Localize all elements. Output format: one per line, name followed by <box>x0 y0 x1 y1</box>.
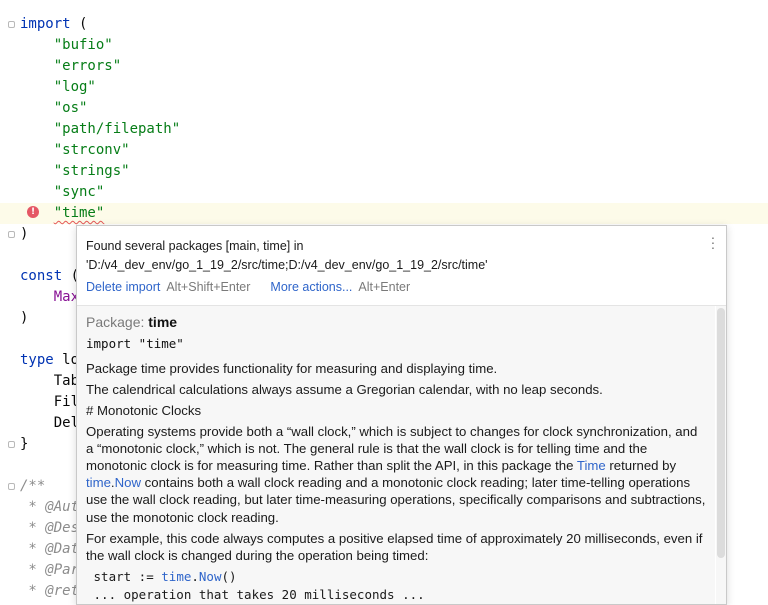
code-token: "errors" <box>53 58 122 74</box>
code-token: /** <box>20 478 46 494</box>
inspection-popup: Found several packages [main, time] in '… <box>76 225 727 605</box>
documentation-panel: Package: time import "time" Package time… <box>77 306 715 604</box>
code-text: /** <box>20 476 45 497</box>
more-options-icon[interactable]: · · · <box>709 230 717 254</box>
code-token: "time" <box>53 205 105 221</box>
code-time-link[interactable]: time <box>161 569 191 584</box>
documentation-text: Package time provides functionality for … <box>86 360 706 603</box>
fold-toggle-icon[interactable] <box>8 483 15 490</box>
code-token: "bufio" <box>53 37 113 53</box>
code-line[interactable]: "sync" <box>0 182 768 203</box>
code-token: type <box>20 352 54 368</box>
code-token: import <box>20 16 71 32</box>
delete-import-shortcut: Alt+Shift+Enter <box>166 280 251 294</box>
code-text: type lo <box>20 350 79 371</box>
doc-code-line: start := time.Now() <box>86 568 706 586</box>
code-line[interactable]: "path/filepath" <box>0 119 768 140</box>
code-line[interactable]: ! "time" <box>0 203 768 224</box>
code-token: Tab <box>20 373 80 389</box>
package-header: Package: time <box>86 313 177 331</box>
code-token: "strings" <box>53 163 130 179</box>
package-name: time <box>148 314 178 330</box>
doc-text: returned by <box>605 458 677 474</box>
now-func-link[interactable]: Now <box>115 475 141 490</box>
doc-paragraph: Operating systems provide both a “wall c… <box>86 423 706 526</box>
code-line[interactable]: "log" <box>0 77 768 98</box>
code-text: "errors" <box>20 56 121 77</box>
code-text: ) <box>20 224 28 245</box>
code-text: . <box>191 569 199 585</box>
code-token: Fil <box>20 394 80 410</box>
doc-heading: # Monotonic Clocks <box>86 403 202 419</box>
code-token: "strconv" <box>53 142 130 158</box>
doc-paragraph: Package time provides functionality for … <box>86 361 498 376</box>
code-text: "log" <box>20 77 96 98</box>
code-line[interactable]: "strings" <box>0 161 768 182</box>
code-text: "sync" <box>20 182 105 203</box>
code-text: Tab <box>20 371 79 392</box>
code-text: "strings" <box>20 161 130 182</box>
time-type-link[interactable]: Time <box>577 458 606 473</box>
code-now-link[interactable]: Now <box>199 569 222 584</box>
code-line[interactable]: import ( <box>0 14 768 35</box>
code-text: } <box>20 434 28 455</box>
doc-paragraph: The calendrical calculations always assu… <box>86 382 603 398</box>
code-text: "time" <box>20 203 105 224</box>
scrollbar-thumb[interactable] <box>717 308 725 558</box>
problem-section: Found several packages [main, time] in '… <box>77 226 726 305</box>
code-line[interactable]: "errors" <box>0 56 768 77</box>
code-token: const <box>20 268 63 284</box>
code-token: "os" <box>53 100 88 116</box>
code-token: ) <box>20 226 29 242</box>
quick-actions: Delete import Alt+Shift+Enter More actions… <box>86 278 410 296</box>
import-statement: import "time" <box>86 336 184 351</box>
code-text: "os" <box>20 98 88 119</box>
code-line[interactable]: "os" <box>0 98 768 119</box>
code-text: ) <box>20 308 28 329</box>
code-token: "log" <box>53 79 96 95</box>
code-line[interactable]: "strconv" <box>0 140 768 161</box>
code-text: Fil <box>20 392 79 413</box>
code-token: } <box>20 436 29 452</box>
doc-text: contains both a wall clock reading and a… <box>86 475 706 525</box>
more-actions-shortcut: Alt+Enter <box>358 280 411 294</box>
doc-paragraph: For example, this code always computes a… <box>86 530 703 564</box>
code-token: Del <box>20 415 80 431</box>
code-text: Del <box>20 413 79 434</box>
fold-toggle-icon[interactable] <box>8 441 15 448</box>
delete-import-link[interactable]: Delete import <box>86 280 160 294</box>
package-label: Package: <box>86 314 145 330</box>
code-text: Max <box>20 287 79 308</box>
fold-toggle-icon[interactable] <box>8 21 15 28</box>
problem-message: Found several packages [main, time] in '… <box>86 239 488 272</box>
code-token: ) <box>20 310 29 326</box>
code-text: "bufio" <box>20 35 113 56</box>
doc-code-line: ... operation that takes 20 milliseconds… <box>86 586 425 602</box>
doc-scrollbar[interactable] <box>716 306 726 604</box>
code-text: import ( <box>20 14 87 35</box>
code-token: "path/filepath" <box>53 121 181 137</box>
time-package-link[interactable]: time <box>86 475 111 490</box>
code-line[interactable]: "bufio" <box>0 35 768 56</box>
code-text: const ( <box>20 266 79 287</box>
code-text: "strconv" <box>20 140 130 161</box>
code-text: "path/filepath" <box>20 119 180 140</box>
code-text: () <box>221 569 237 585</box>
fold-toggle-icon[interactable] <box>8 231 15 238</box>
more-actions-link[interactable]: More actions... <box>270 280 352 294</box>
code-text: start := <box>86 569 162 585</box>
code-token: ( <box>70 16 88 32</box>
code-token: "sync" <box>53 184 105 200</box>
